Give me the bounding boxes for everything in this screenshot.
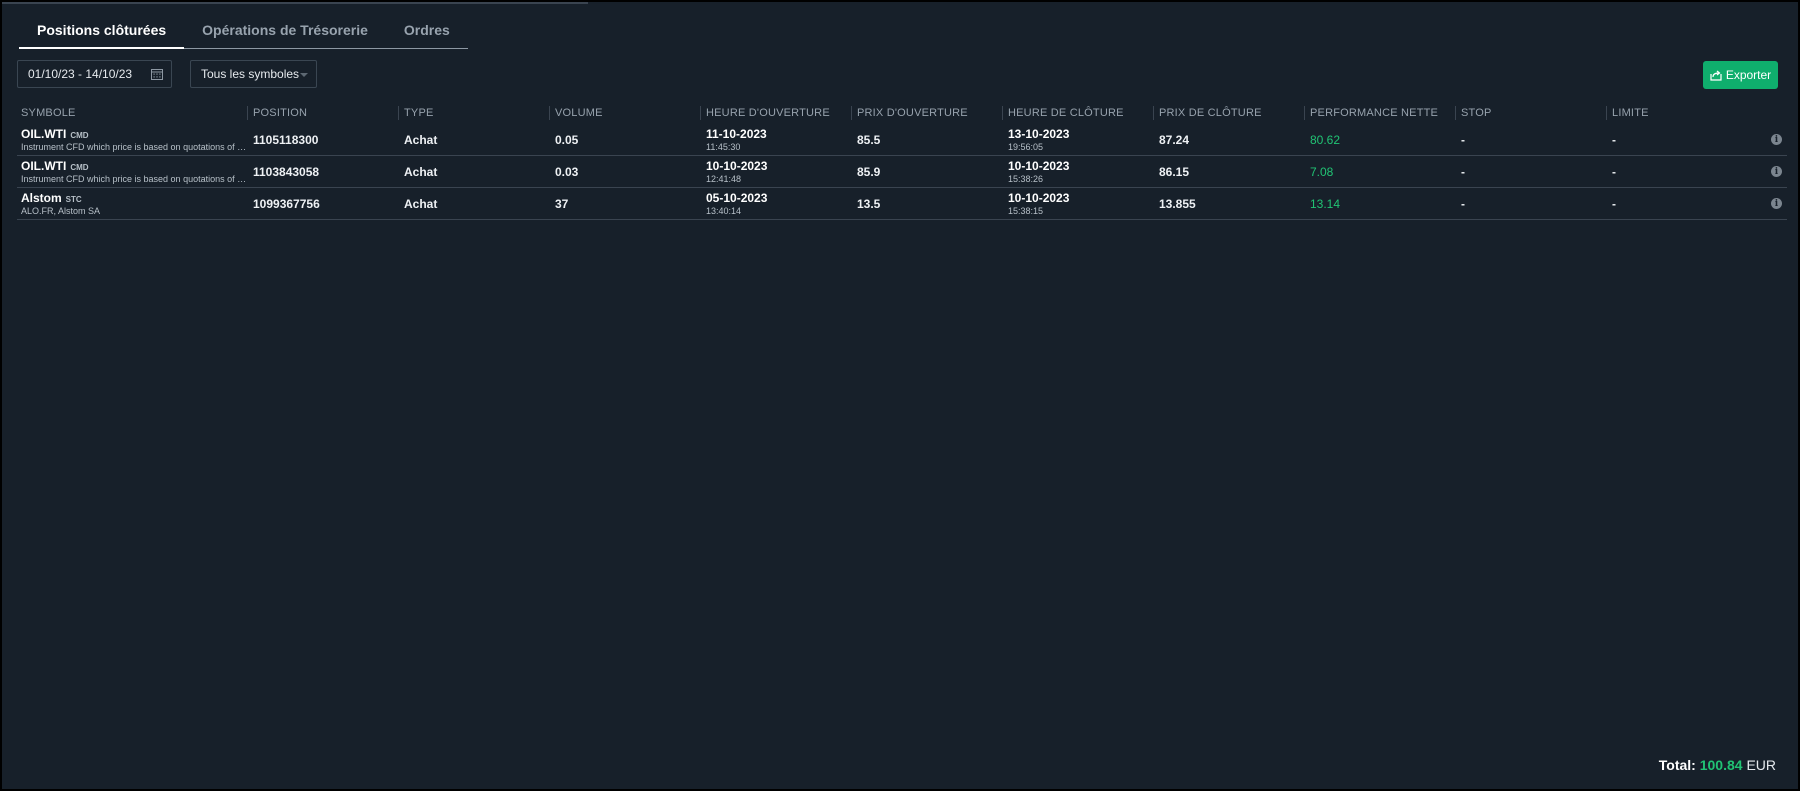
open-date: 10-10-2023 bbox=[706, 159, 768, 173]
open-price: 13.5 bbox=[857, 196, 881, 211]
table-row[interactable]: OIL.WTI CMD Instrument CFD which price is… bbox=[17, 124, 1787, 156]
total-summary: Total: 100.84 EUR bbox=[1659, 757, 1776, 773]
symbol-tag: CMD bbox=[70, 163, 89, 172]
open-time: 11:45:30 bbox=[706, 142, 741, 152]
open-date: 05-10-2023 bbox=[706, 191, 768, 205]
tab-bar: Positions clôturées Opérations de Trésor… bbox=[19, 19, 468, 49]
symbol-cell: OIL.WTI CMD Instrument CFD which price is… bbox=[17, 127, 249, 152]
trade-type: Achat bbox=[404, 132, 438, 147]
close-price: 87.24 bbox=[1159, 132, 1190, 147]
close-date: 10-10-2023 bbox=[1008, 159, 1070, 173]
column-header-volume[interactable]: VOLUME bbox=[549, 102, 702, 124]
open-time: 13:40:14 bbox=[706, 206, 742, 216]
symbol-name: OIL.WTI bbox=[21, 159, 67, 173]
position-id: 1103843058 bbox=[253, 164, 320, 179]
limit-value: - bbox=[1612, 164, 1616, 179]
export-icon bbox=[1710, 70, 1722, 81]
trade-volume: 0.05 bbox=[555, 132, 579, 147]
symbol-description: Instrument CFD which price is based on q… bbox=[21, 142, 247, 152]
symbol-filter-select[interactable]: Tous les symboles bbox=[190, 60, 317, 88]
tab-treasury-operations[interactable]: Opérations de Trésorerie bbox=[184, 19, 386, 48]
tab-orders[interactable]: Ordres bbox=[386, 19, 468, 48]
column-header-open-time[interactable]: HEURE D'OUVERTURE bbox=[700, 102, 853, 124]
position-id: 1099367756 bbox=[253, 196, 320, 211]
info-icon[interactable]: i bbox=[1771, 198, 1782, 209]
close-datetime: 10-10-2023 15:38:26 bbox=[1004, 159, 1155, 184]
table-header: SYMBOLE POSITION TYPE VOLUME HEURE D'OUV… bbox=[17, 102, 1787, 124]
stop-value: - bbox=[1461, 196, 1465, 211]
total-currency: EUR bbox=[1746, 757, 1776, 773]
column-header-symbol[interactable]: SYMBOLE bbox=[17, 102, 249, 124]
table-row[interactable]: Alstom STC ALO.FR, Alstom SA 1099367756 A… bbox=[17, 188, 1787, 220]
column-header-info bbox=[1767, 102, 1787, 124]
column-header-net-performance[interactable]: PERFORMANCE NETTE bbox=[1304, 102, 1457, 124]
close-date: 10-10-2023 bbox=[1008, 191, 1070, 205]
close-datetime: 13-10-2023 19:56:05 bbox=[1004, 127, 1155, 152]
column-header-type[interactable]: TYPE bbox=[398, 102, 551, 124]
top-divider bbox=[2, 2, 588, 4]
symbol-cell: OIL.WTI CMD Instrument CFD which price is… bbox=[17, 159, 249, 184]
limit-value: - bbox=[1612, 132, 1616, 147]
symbol-tag: STC bbox=[65, 195, 82, 204]
symbol-name: Alstom bbox=[21, 191, 62, 205]
symbol-name: OIL.WTI bbox=[21, 127, 67, 141]
symbol-description: ALO.FR, Alstom SA bbox=[21, 206, 101, 216]
net-performance: 80.62 bbox=[1310, 132, 1341, 147]
net-performance: 7.08 bbox=[1310, 164, 1334, 179]
date-range-value: 01/10/23 - 14/10/23 bbox=[28, 67, 133, 81]
stop-value: - bbox=[1461, 164, 1465, 179]
column-header-stop[interactable]: STOP bbox=[1455, 102, 1608, 124]
closed-positions-panel: Positions clôturées Opérations de Trésor… bbox=[0, 0, 1800, 791]
close-time: 19:56:05 bbox=[1008, 142, 1044, 152]
column-header-open-price[interactable]: PRIX D'OUVERTURE bbox=[851, 102, 1004, 124]
symbol-filter-value: Tous les symboles bbox=[201, 67, 300, 81]
open-datetime: 11-10-2023 11:45:30 bbox=[702, 127, 853, 152]
positions-table: SYMBOLE POSITION TYPE VOLUME HEURE D'OUV… bbox=[17, 102, 1787, 220]
open-datetime: 10-10-2023 12:41:48 bbox=[702, 159, 853, 184]
column-header-close-time[interactable]: HEURE DE CLÔTURE bbox=[1002, 102, 1155, 124]
total-label: Total: bbox=[1658, 757, 1696, 773]
column-header-position[interactable]: POSITION bbox=[247, 102, 400, 124]
symbol-description: Instrument CFD which price is based on q… bbox=[21, 174, 247, 184]
close-time: 15:38:15 bbox=[1008, 206, 1044, 216]
export-button[interactable]: Exporter bbox=[1703, 61, 1778, 89]
stop-value: - bbox=[1461, 132, 1465, 147]
open-date: 11-10-2023 bbox=[706, 127, 767, 141]
close-price: 86.15 bbox=[1159, 164, 1190, 179]
net-performance: 13.14 bbox=[1310, 196, 1341, 211]
chevron-down-icon bbox=[300, 73, 308, 77]
open-datetime: 05-10-2023 13:40:14 bbox=[702, 191, 853, 216]
table-row[interactable]: OIL.WTI CMD Instrument CFD which price is… bbox=[17, 156, 1787, 188]
column-header-close-price[interactable]: PRIX DE CLÔTURE bbox=[1153, 102, 1306, 124]
close-datetime: 10-10-2023 15:38:15 bbox=[1004, 191, 1155, 216]
info-icon[interactable]: i bbox=[1771, 166, 1782, 177]
close-time: 15:38:26 bbox=[1008, 174, 1044, 184]
symbol-tag: CMD bbox=[70, 131, 89, 140]
total-value: 100.84 bbox=[1699, 757, 1743, 773]
info-icon[interactable]: i bbox=[1771, 134, 1782, 145]
export-button-label: Exporter bbox=[1725, 68, 1772, 82]
column-header-limit[interactable]: LIMITE bbox=[1606, 102, 1767, 124]
close-price: 13.855 bbox=[1159, 196, 1196, 211]
calendar-icon bbox=[151, 69, 163, 80]
trade-volume: 37 bbox=[555, 196, 569, 211]
trade-volume: 0.03 bbox=[555, 164, 579, 179]
open-price: 85.9 bbox=[857, 164, 881, 179]
open-price: 85.5 bbox=[857, 132, 881, 147]
tab-closed-positions[interactable]: Positions clôturées bbox=[19, 19, 185, 49]
open-time: 12:41:48 bbox=[706, 174, 742, 184]
position-id: 1105118300 bbox=[253, 132, 319, 147]
limit-value: - bbox=[1612, 196, 1616, 211]
date-range-picker[interactable]: 01/10/23 - 14/10/23 bbox=[17, 60, 172, 88]
trade-type: Achat bbox=[404, 196, 438, 211]
symbol-cell: Alstom STC ALO.FR, Alstom SA bbox=[17, 191, 249, 216]
close-date: 13-10-2023 bbox=[1008, 127, 1070, 141]
trade-type: Achat bbox=[404, 164, 438, 179]
